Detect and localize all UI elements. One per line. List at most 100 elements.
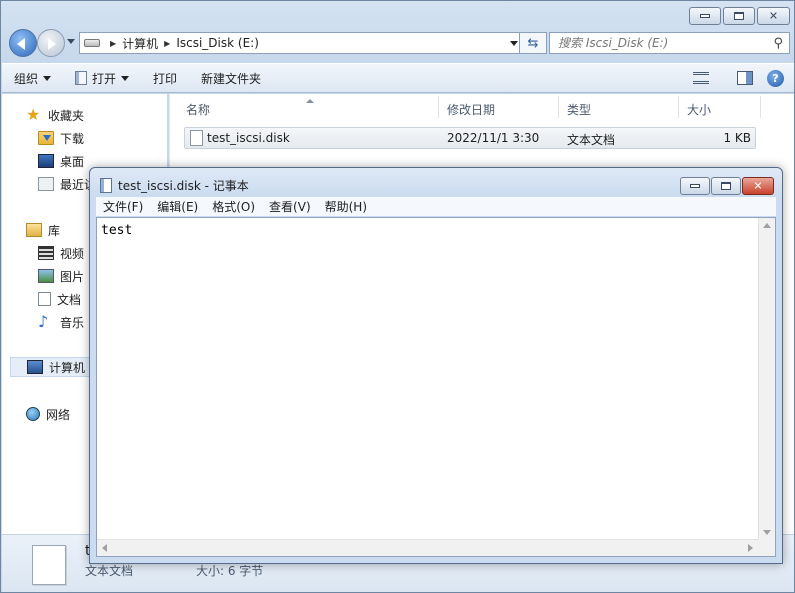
new-folder-label: 新建文件夹 <box>201 71 262 86</box>
change-view-icon[interactable] <box>693 72 709 84</box>
computer-icon <box>27 360 43 374</box>
menu-file[interactable]: 文件(F) <box>96 198 150 215</box>
menu-edit[interactable]: 编辑(E) <box>150 198 205 215</box>
minimize-icon <box>700 14 710 18</box>
explorer-caption-buttons: ✕ <box>689 7 790 25</box>
details-file-size: 大小: 6 字节 <box>196 564 264 578</box>
column-header-size[interactable]: 大小 <box>687 101 711 118</box>
menu-help[interactable]: 帮助(H) <box>318 198 374 215</box>
sidebar-item-libraries[interactable]: 库 <box>26 220 60 240</box>
sidebar-item-label: 视频 <box>60 246 85 261</box>
address-bar[interactable]: ▶ 计算机 ▶ Iscsi_Disk (E:) <box>79 32 525 54</box>
size-grip[interactable] <box>758 539 775 556</box>
text-editor[interactable]: test <box>96 217 776 557</box>
close-icon: ✕ <box>768 9 779 23</box>
organize-button[interactable]: 组织 <box>2 64 63 92</box>
address-dropdown-icon[interactable] <box>510 41 518 50</box>
command-bar: 组织 打开 打印 新建文件夹 ? <box>2 63 794 93</box>
recent-pages-dropdown[interactable] <box>67 39 75 48</box>
video-icon <box>38 246 54 260</box>
sidebar-item-pictures[interactable]: 图片 <box>38 266 84 286</box>
scroll-right-icon[interactable] <box>748 544 753 552</box>
minimize-button[interactable] <box>689 7 721 25</box>
preview-pane-icon[interactable] <box>737 71 753 85</box>
menu-bar: 文件(F) 编辑(E) 格式(O) 查看(V) 帮助(H) <box>96 197 776 216</box>
sidebar-item-label: 网络 <box>46 407 71 422</box>
menu-view[interactable]: 查看(V) <box>262 198 318 215</box>
column-divider[interactable] <box>438 96 439 118</box>
chevron-down-icon <box>43 75 52 85</box>
sidebar-item-label: 桌面 <box>60 154 85 169</box>
sidebar-item-label: 图片 <box>60 269 85 284</box>
music-icon: ♪ <box>38 312 49 331</box>
column-divider[interactable] <box>678 96 679 118</box>
menu-format[interactable]: 格式(O) <box>205 198 262 215</box>
close-button[interactable]: ✕ <box>757 7 790 25</box>
vertical-scrollbar[interactable] <box>758 218 775 540</box>
scroll-left-icon[interactable] <box>102 544 107 552</box>
close-icon: ✕ <box>753 179 763 193</box>
new-folder-button[interactable]: 新建文件夹 <box>189 64 273 92</box>
breadcrumb-computer[interactable]: 计算机 <box>122 35 158 52</box>
sidebar-item-favorites[interactable]: ★ 收藏夹 <box>26 105 84 125</box>
star-icon: ★ <box>26 105 41 124</box>
sidebar-item-music[interactable]: ♪ 音乐 <box>38 312 84 332</box>
notepad-icon <box>100 178 112 193</box>
sidebar-item-label: 收藏夹 <box>48 108 85 123</box>
notepad-icon <box>75 71 88 85</box>
picture-icon <box>38 269 54 283</box>
print-label: 打印 <box>153 71 178 86</box>
forward-button[interactable] <box>37 29 65 57</box>
scroll-down-icon[interactable] <box>763 530 771 535</box>
sidebar-item-downloads[interactable]: 下载 <box>38 128 84 148</box>
search-input[interactable] <box>558 36 758 50</box>
sidebar-item-network[interactable]: 网络 <box>26 404 70 424</box>
chevron-right-icon[interactable]: ▶ <box>164 39 170 48</box>
navigation-row: ▶ 计算机 ▶ Iscsi_Disk (E:) ⇆ ⚲ <box>9 29 790 59</box>
column-divider[interactable] <box>558 96 559 118</box>
library-icon <box>26 223 42 237</box>
table-row[interactable]: test_iscsi.disk 2022/11/1 3:30 文本文档 1 KB <box>184 127 756 149</box>
sidebar-item-label: 下载 <box>60 131 85 146</box>
column-header-type[interactable]: 类型 <box>567 101 591 118</box>
sidebar-item-videos[interactable]: 视频 <box>38 243 84 263</box>
column-header-modified[interactable]: 修改日期 <box>447 101 495 118</box>
sidebar-item-label: 库 <box>48 223 61 238</box>
horizontal-scrollbar[interactable] <box>97 539 758 556</box>
sidebar-item-label: 计算机 <box>49 360 86 375</box>
close-button[interactable]: ✕ <box>742 177 774 195</box>
print-button[interactable]: 打印 <box>141 64 189 92</box>
search-box[interactable]: ⚲ <box>549 32 790 54</box>
text-file-icon <box>190 130 203 146</box>
file-modified: 2022/11/1 3:30 <box>447 131 540 145</box>
minimize-button[interactable] <box>680 177 710 195</box>
column-headers: 名称 修改日期 类型 大小 <box>170 94 795 122</box>
column-header-name[interactable]: 名称 <box>186 101 210 118</box>
sidebar-item-desktop[interactable]: 桌面 <box>38 151 84 171</box>
minimize-icon <box>690 184 700 188</box>
scroll-up-icon[interactable] <box>763 223 771 228</box>
open-label: 打开 <box>92 71 117 86</box>
text-file-icon <box>32 545 66 585</box>
desktop-icon <box>38 154 54 168</box>
sidebar-item-recent[interactable]: 最近访 <box>38 174 96 194</box>
search-icon[interactable]: ⚲ <box>773 36 783 51</box>
maximize-button[interactable] <box>711 177 741 195</box>
back-button[interactable] <box>9 29 37 57</box>
network-icon <box>26 407 40 421</box>
sort-ascending-icon <box>306 95 314 103</box>
open-button[interactable]: 打开 <box>63 64 141 92</box>
maximize-icon <box>734 12 744 20</box>
sidebar-item-documents[interactable]: 文档 <box>38 289 81 309</box>
window-title: test_iscsi.disk - 记事本 <box>118 179 249 193</box>
sidebar-item-label: 文档 <box>57 292 82 307</box>
maximize-button[interactable] <box>723 7 755 25</box>
column-divider[interactable] <box>760 96 761 118</box>
help-icon[interactable]: ? <box>767 69 784 87</box>
chevron-right-icon[interactable]: ▶ <box>110 39 116 48</box>
refresh-button[interactable]: ⇆ <box>519 32 547 54</box>
breadcrumb-drive[interactable]: Iscsi_Disk (E:) <box>176 36 259 50</box>
editor-content[interactable]: test <box>101 223 132 238</box>
notepad-caption-buttons: ✕ <box>680 177 774 195</box>
details-file-type: 文本文档 <box>85 564 134 578</box>
